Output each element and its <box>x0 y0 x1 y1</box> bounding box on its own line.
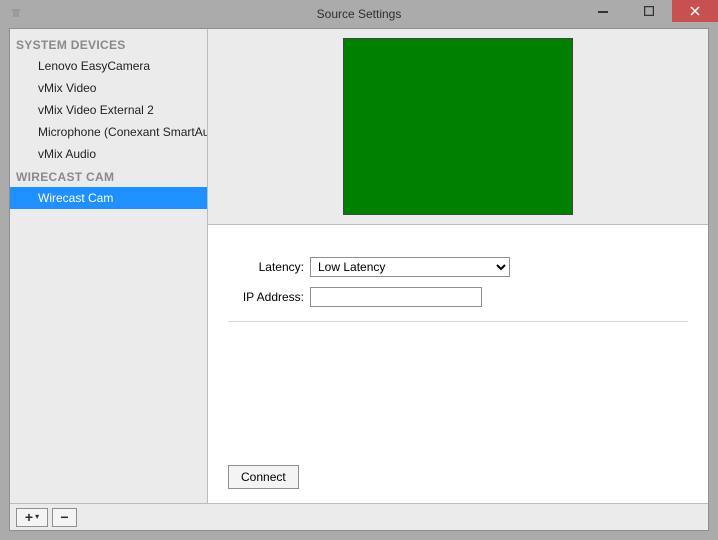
maximize-button[interactable] <box>626 0 672 22</box>
ip-input[interactable] <box>310 287 482 307</box>
sidebar-section-header: SYSTEM DEVICES <box>10 33 207 55</box>
video-preview <box>343 38 573 215</box>
add-source-button[interactable]: +▾ <box>16 508 48 527</box>
app-icon <box>6 4 26 24</box>
close-button[interactable] <box>672 0 718 22</box>
sidebar-section-header: WIRECAST CAM <box>10 165 207 187</box>
bottom-buttons: Connect <box>228 465 688 493</box>
device-item-selected[interactable]: Wirecast Cam <box>10 187 207 209</box>
device-item[interactable]: vMix Video <box>10 77 207 99</box>
latency-select[interactable]: Low Latency <box>310 257 510 277</box>
minimize-button[interactable] <box>580 0 626 22</box>
connect-button[interactable]: Connect <box>228 465 299 489</box>
dropdown-caret-icon: ▾ <box>35 513 39 521</box>
close-icon <box>690 6 700 16</box>
window-body: SYSTEM DEVICES Lenovo EasyCamera vMix Vi… <box>10 29 708 503</box>
minimize-icon <box>598 6 608 16</box>
maximize-icon <box>644 6 654 16</box>
device-item[interactable]: Microphone (Conexant SmartAudio <box>10 121 207 143</box>
device-item[interactable]: Lenovo EasyCamera <box>10 55 207 77</box>
divider <box>228 321 688 322</box>
titlebar: Source Settings <box>0 0 718 28</box>
device-item[interactable]: vMix Video External 2 <box>10 99 207 121</box>
sidebar: SYSTEM DEVICES Lenovo EasyCamera vMix Vi… <box>10 29 208 503</box>
minus-icon: − <box>60 510 68 524</box>
window: SYSTEM DEVICES Lenovo EasyCamera vMix Vi… <box>9 28 709 531</box>
remove-source-button[interactable]: − <box>52 508 77 527</box>
main-panel: Latency: Low Latency IP Address: Connect <box>208 29 708 503</box>
ip-row: IP Address: <box>228 287 688 307</box>
latency-label: Latency: <box>228 260 304 274</box>
window-controls <box>580 0 718 22</box>
device-item[interactable]: vMix Audio <box>10 143 207 165</box>
footer-toolbar: +▾ − <box>10 503 708 530</box>
plus-icon: + <box>25 510 33 524</box>
latency-row: Latency: Low Latency <box>228 257 688 277</box>
preview-area <box>208 29 708 225</box>
ip-label: IP Address: <box>228 290 304 304</box>
form-area: Latency: Low Latency IP Address: Connect <box>208 225 708 503</box>
